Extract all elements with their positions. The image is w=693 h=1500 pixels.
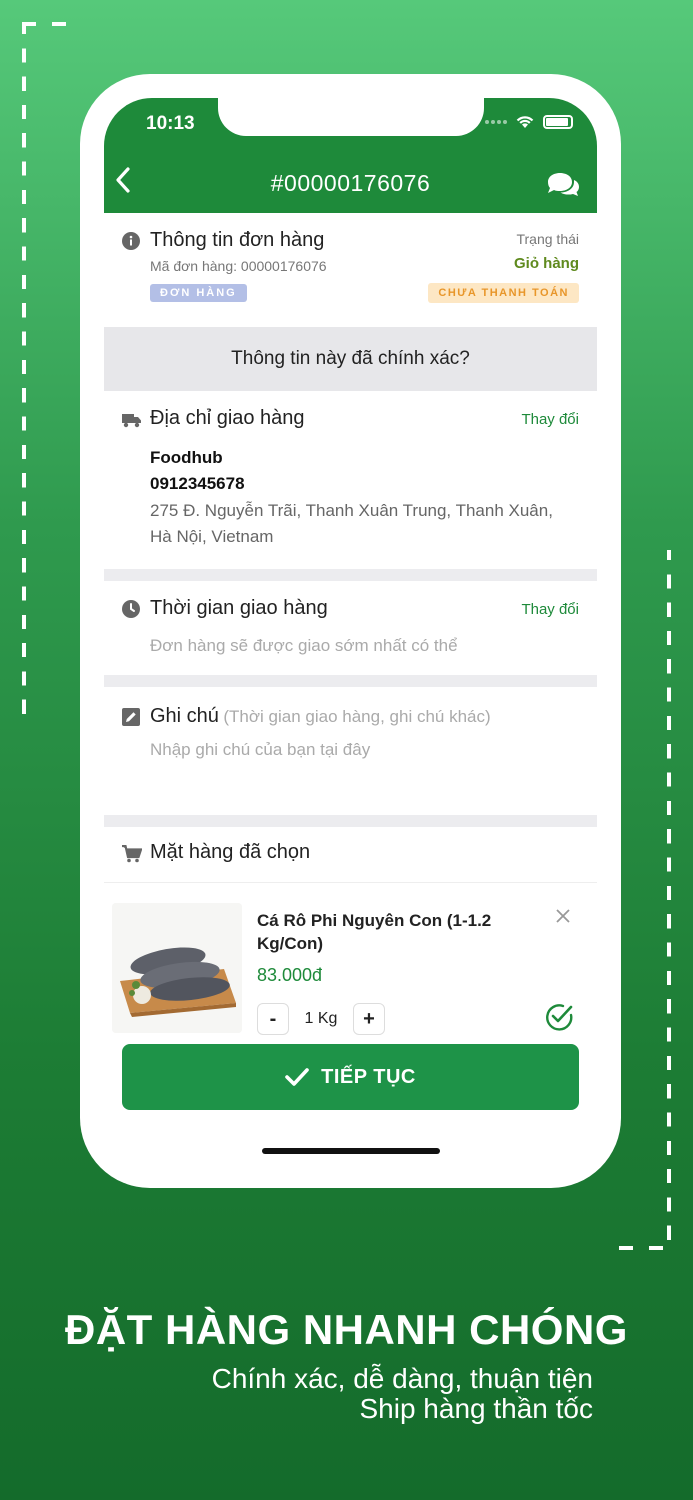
selected-items-header: Mặt hàng đã chọn bbox=[104, 827, 597, 883]
cart-item: Cá Rô Phi Nguyên Con (1-1.2 Kg/Con) 83.0… bbox=[104, 883, 597, 1047]
delivery-time-value: Đơn hàng sẽ được giao sớm nhất có thể bbox=[150, 636, 458, 655]
note-hint: (Thời gian giao hàng, ghi chú khác) bbox=[223, 707, 491, 726]
promo-subtitle: Chính xác, dễ dàng, thuận tiện Ship hàng… bbox=[212, 1364, 593, 1424]
selected-items-title: Mặt hàng đã chọn bbox=[150, 841, 311, 863]
checkmark-icon bbox=[285, 1068, 309, 1086]
phone-notch bbox=[218, 98, 484, 136]
frame-dash-right bbox=[667, 550, 671, 1250]
promo-headline: ĐẶT HÀNG NHANH CHÓNG bbox=[65, 1306, 628, 1353]
note-input[interactable]: Nhập ghi chú của bạn tại đây bbox=[150, 740, 579, 760]
promo-subtitle-line2: Ship hàng thần tốc bbox=[359, 1393, 593, 1424]
frame-dash-left bbox=[22, 24, 26, 724]
address-title: Địa chỉ giao hàng bbox=[150, 407, 305, 429]
chat-icon bbox=[548, 173, 579, 196]
app-screen: 10:13 #00000176076 Thông tin đơn hàng Mã… bbox=[104, 98, 597, 1164]
battery-icon bbox=[543, 114, 573, 129]
change-address-link[interactable]: Thay đổi bbox=[521, 411, 579, 428]
status-icons bbox=[485, 114, 573, 129]
order-info-section: Thông tin đơn hàng Mã đơn hàng: 00000176… bbox=[104, 213, 597, 327]
delivery-address-section: Địa chỉ giao hàng Thay đổi Foodhub 09123… bbox=[104, 391, 597, 569]
note-section: Ghi chú (Thời gian giao hàng, ghi chú kh… bbox=[104, 687, 597, 815]
order-number-title: #00000176076 bbox=[270, 170, 431, 196]
order-status: Trạng thái Giỏ hàng CHƯA THANH TOÁN bbox=[428, 231, 579, 303]
fish-image bbox=[112, 903, 242, 1033]
frame-dash-top-left bbox=[22, 22, 74, 26]
status-label: Trạng thái bbox=[516, 231, 579, 247]
note-title: Ghi chú bbox=[150, 705, 219, 727]
recipient-phone: 0912345678 bbox=[150, 474, 245, 493]
select-item-checkbox[interactable] bbox=[543, 1001, 575, 1038]
wifi-icon bbox=[516, 116, 534, 128]
cart-icon bbox=[122, 845, 142, 863]
clock-icon bbox=[122, 600, 140, 618]
quantity-stepper: - 1 Kg + bbox=[257, 1003, 385, 1035]
change-time-link[interactable]: Thay đổi bbox=[521, 601, 579, 618]
edit-icon bbox=[122, 708, 140, 726]
recipient-name: Foodhub bbox=[150, 448, 223, 467]
check-circle-icon bbox=[546, 1004, 573, 1031]
signal-icon bbox=[485, 119, 507, 124]
truck-icon bbox=[122, 414, 141, 428]
product-price: 83.000đ bbox=[257, 965, 323, 985]
chat-button[interactable] bbox=[545, 170, 581, 205]
phone-frame: 10:13 #00000176076 Thông tin đơn hàng Mã… bbox=[80, 74, 621, 1188]
continue-label: TIẾP TỤC bbox=[321, 1065, 416, 1088]
decrease-quantity-button[interactable]: - bbox=[257, 1003, 289, 1035]
status-value: Giỏ hàng bbox=[514, 255, 579, 272]
close-icon bbox=[556, 909, 570, 923]
app-header: 10:13 #00000176076 bbox=[104, 98, 597, 213]
delivery-time-title: Thời gian giao hàng bbox=[150, 597, 328, 619]
payment-status-badge: CHƯA THANH TOÁN bbox=[428, 283, 579, 303]
divider bbox=[104, 675, 597, 687]
divider bbox=[104, 815, 597, 827]
status-time: 10:13 bbox=[146, 113, 195, 134]
divider bbox=[104, 569, 597, 581]
remove-item-button[interactable] bbox=[555, 907, 571, 930]
order-type-badge: ĐƠN HÀNG bbox=[150, 284, 247, 302]
home-indicator bbox=[262, 1148, 440, 1154]
delivery-time-section: Thời gian giao hàng Thay đổi Đơn hàng sẽ… bbox=[104, 581, 597, 675]
confirm-prompt: Thông tin này đã chính xác? bbox=[104, 327, 597, 391]
address-line: 275 Đ. Nguyễn Trãi, Thanh Xuân Trung, Th… bbox=[150, 501, 553, 546]
increase-quantity-button[interactable]: + bbox=[353, 1003, 385, 1035]
product-name: Cá Rô Phi Nguyên Con (1-1.2 Kg/Con) bbox=[257, 911, 492, 953]
frame-dash-bottom-right bbox=[619, 1246, 671, 1250]
continue-button[interactable]: TIẾP TỤC bbox=[122, 1044, 579, 1110]
quantity-value: 1 Kg bbox=[304, 1010, 338, 1027]
info-icon bbox=[122, 232, 140, 250]
product-image bbox=[112, 903, 242, 1033]
promo-subtitle-line1: Chính xác, dễ dàng, thuận tiện bbox=[211, 1363, 593, 1394]
